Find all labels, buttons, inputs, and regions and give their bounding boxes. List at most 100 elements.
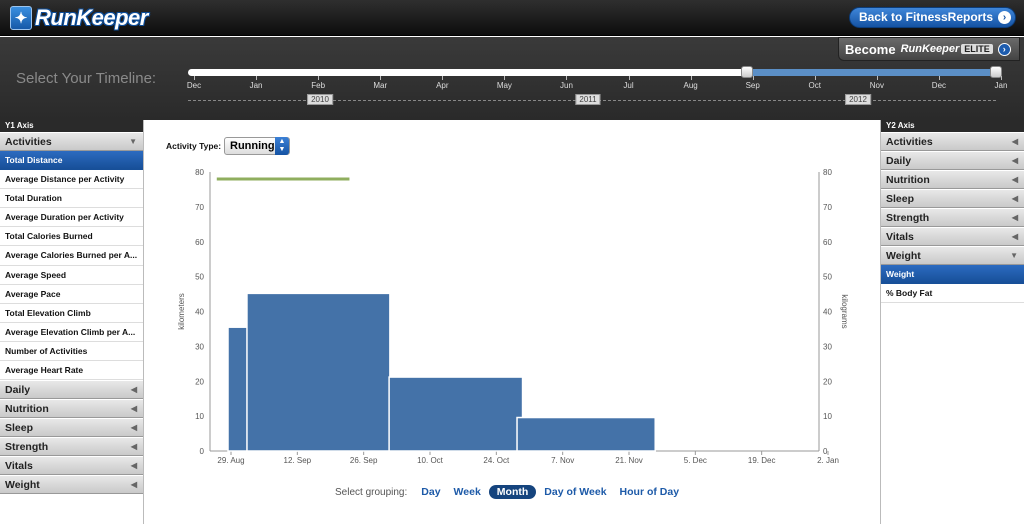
elite-brand-text: RunKeeper	[900, 43, 960, 55]
grouping-hour-of-day-button[interactable]: Hour of Day	[620, 486, 680, 498]
y2-tick-label: 50	[823, 273, 832, 282]
y2-tick-label: 30	[823, 342, 832, 351]
chevron-left-icon: ◀	[130, 480, 137, 490]
y2-axis-title: kilograms	[840, 294, 849, 328]
timeline-label: Select Your Timeline:	[16, 70, 157, 87]
grouping-month-button[interactable]: Month	[488, 485, 537, 499]
y1-metric-total-calories-burned[interactable]: Total Calories Burned	[0, 227, 143, 247]
timeline-tick	[566, 76, 568, 80]
y2-tick-label: 10	[823, 412, 832, 421]
timeline-year-2010: 2010	[307, 94, 333, 105]
become-elite-banner[interactable]: Become RunKeeper ELITE ›	[838, 37, 1020, 61]
timeline-panel: Become RunKeeper ELITE › Select Your Tim…	[0, 37, 1024, 120]
category-activities[interactable]: Activities ◀	[881, 132, 1024, 151]
y2-tick-label: 70	[823, 203, 832, 212]
up-down-arrows-icon: ▲ ▼	[275, 137, 289, 155]
y-tick-label: 0	[200, 447, 205, 456]
chevron-left-icon: ◀	[1011, 175, 1018, 184]
logo-text: RunKeeper	[35, 5, 148, 30]
grouping-selector: Select grouping: Day Week Month Day of Week…	[335, 485, 692, 499]
elite-become-text: Become	[845, 41, 896, 57]
y1-metric-average-heart-rate[interactable]: Average Heart Rate	[0, 361, 143, 381]
category-nutrition[interactable]: Nutrition ◀	[0, 399, 143, 419]
y1-metric-total-distance[interactable]: Total Distance	[0, 151, 143, 171]
runkeeper-app: ✦ RunKeeper Back to FitnessReports › Bec…	[0, 0, 1024, 524]
activity-type-value: Running	[230, 140, 275, 152]
y1-metric-average-pace[interactable]: Average Pace	[0, 285, 143, 304]
timeline-year-2012: 2012	[845, 94, 871, 105]
y2-tick-label: 20	[823, 377, 832, 386]
timeline-tick	[628, 76, 630, 80]
category-strength[interactable]: Strength ◀	[0, 437, 143, 457]
chevron-left-icon: ◀	[130, 423, 137, 433]
timeline-start-handle[interactable]	[741, 66, 753, 78]
category-label: Strength	[886, 212, 930, 224]
category-label: Nutrition	[5, 403, 49, 416]
y2-category-list: Activities ◀ Daily ◀ Nutrition ◀ Sleep ◀ Strengt…	[881, 132, 1024, 246]
timeline-month-label: Jan	[994, 81, 1008, 90]
x-tick-label: 5. Dec	[684, 456, 707, 465]
x-tick-label: 24. Oct	[483, 456, 510, 465]
grouping-day-of-week-button[interactable]: Day of Week	[544, 486, 606, 498]
y-tick-label: 30	[195, 342, 204, 351]
timeline-month-label: Dec	[186, 81, 202, 90]
y-axis-title: kilometers	[177, 293, 186, 329]
elite-badge: ELITE	[961, 44, 993, 54]
runkeeper-logo[interactable]: ✦ RunKeeper	[10, 5, 148, 31]
category-vitals[interactable]: Vitals ◀	[881, 227, 1024, 246]
activity-type-select[interactable]: Running ▲ ▼	[224, 137, 290, 155]
back-to-fitnessreports-button[interactable]: Back to FitnessReports ›	[848, 7, 1016, 28]
y2-metric-body-fat[interactable]: % Body Fat	[881, 284, 1024, 304]
chevron-down-icon: ▼	[1010, 251, 1018, 260]
weight-metric-list: Weight% Body Fat	[881, 265, 1024, 304]
category-daily[interactable]: Daily ◀	[0, 380, 143, 400]
category-sleep[interactable]: Sleep ◀	[881, 189, 1024, 208]
y1-metric-average-speed[interactable]: Average Speed	[0, 266, 143, 285]
distance-bar	[246, 292, 391, 452]
y1-metric-total-elevation-climb[interactable]: Total Elevation Climb	[0, 304, 143, 323]
y1-metric-average-elevation-climb-per-a[interactable]: Average Elevation Climb per A...	[0, 323, 143, 342]
category-activities[interactable]: Activities ▼	[0, 132, 143, 151]
category-strength[interactable]: Strength ◀	[881, 208, 1024, 227]
timeline-month-label: Aug	[683, 81, 698, 90]
chevron-left-icon: ◀	[1011, 137, 1018, 146]
y1-metric-average-distance-per-activity[interactable]: Average Distance per Activity	[0, 170, 143, 190]
category-label: Vitals	[886, 231, 914, 243]
timeline-tick	[256, 76, 258, 80]
y1-metric-average-calories-burned-per-a[interactable]: Average Calories Burned per A...	[0, 246, 143, 266]
y2-metric-weight[interactable]: Weight	[881, 265, 1024, 285]
category-sleep[interactable]: Sleep ◀	[0, 418, 143, 438]
chevron-left-icon: ◀	[1011, 232, 1018, 241]
chevron-left-icon: ◀	[130, 385, 137, 395]
y1-metric-average-duration-per-activity[interactable]: Average Duration per Activity	[0, 208, 143, 228]
category-vitals[interactable]: Vitals ◀	[0, 456, 143, 476]
x-tick-label: 2. Jan	[817, 456, 839, 465]
timeline-tick	[938, 76, 940, 80]
y1-metric-total-duration[interactable]: Total Duration	[0, 189, 143, 209]
category-label: Activities	[886, 136, 933, 148]
category-label: Sleep	[886, 193, 915, 205]
chevron-down-icon: ▼	[129, 137, 137, 146]
activity-type-label: Activity Type:	[166, 141, 222, 151]
y1-metric-number-of-activities[interactable]: Number of Activities	[0, 342, 143, 362]
timeline-tick	[194, 76, 195, 80]
chevron-left-icon: ◀	[1011, 194, 1018, 203]
y2-tick-label: 60	[823, 238, 832, 247]
category-daily[interactable]: Daily ◀	[881, 151, 1024, 170]
category-label: Sleep	[5, 422, 34, 435]
timeline-month-label: Jan	[249, 81, 263, 90]
distance-bar	[516, 416, 656, 452]
activities-metric-list: Total Distance Average Distance per Activ…	[0, 151, 143, 381]
y-tick-label: 50	[195, 273, 204, 282]
category-nutrition[interactable]: Nutrition ◀	[881, 170, 1024, 189]
timeline-selected-range[interactable]	[747, 69, 996, 76]
grouping-week-button[interactable]: Week	[454, 486, 481, 498]
timeline-tick	[504, 76, 506, 80]
grouping-day-button[interactable]: Day	[421, 486, 440, 498]
y-tick-label: 10	[195, 412, 204, 421]
category-weight[interactable]: Weight ◀	[0, 475, 143, 495]
timeline-month-label: Nov	[869, 81, 884, 90]
arrow-right-icon: ›	[997, 42, 1011, 56]
category-label: Vitals	[5, 460, 33, 473]
category-weight[interactable]: Weight ▼	[881, 246, 1024, 265]
